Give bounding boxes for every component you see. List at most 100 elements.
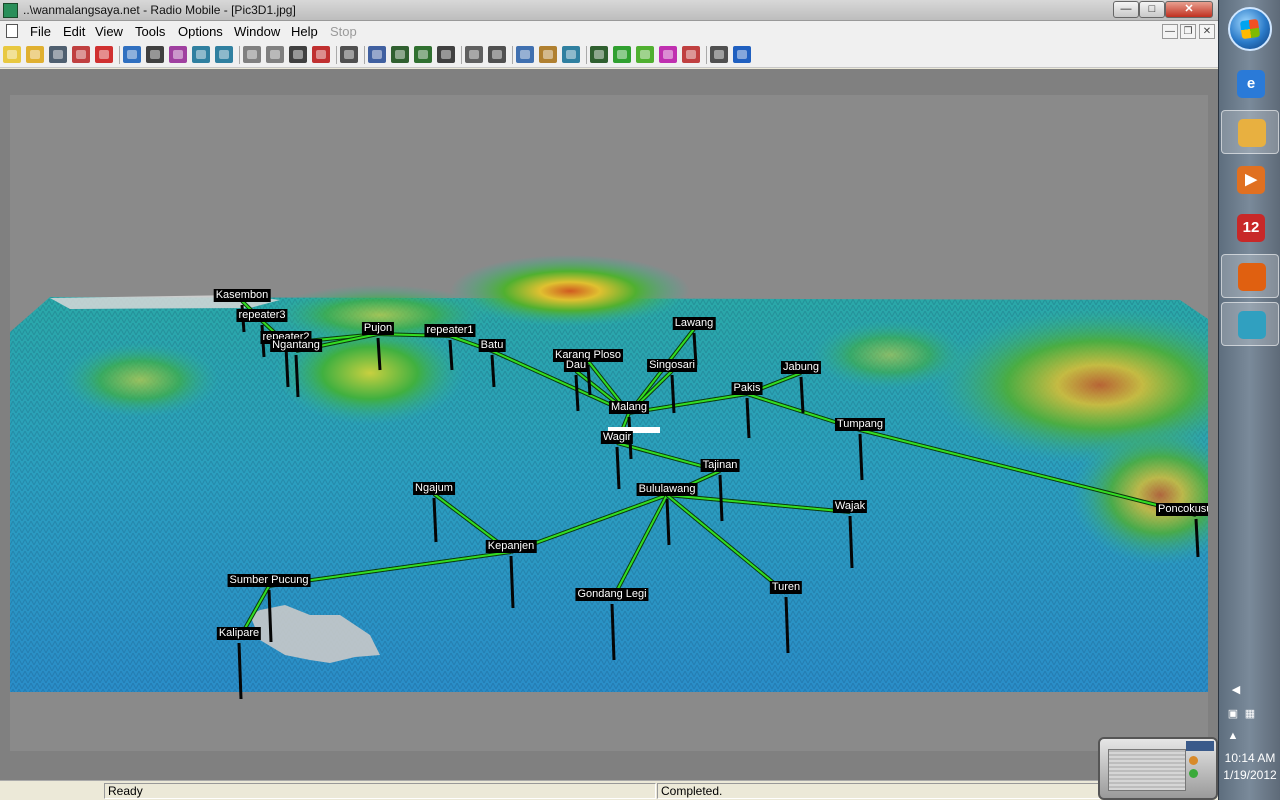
site-label[interactable]: Gondang Legi <box>575 588 649 601</box>
gadget-settings-icon[interactable] <box>1189 756 1198 765</box>
find-best-site-icon[interactable] <box>539 46 557 63</box>
site-label[interactable]: Sumber Pucung <box>227 574 311 587</box>
unit-properties-icon[interactable] <box>72 46 90 63</box>
site-tower[interactable] <box>586 364 592 396</box>
import-icon[interactable] <box>192 46 210 63</box>
volume-icon[interactable]: ▲ <box>1227 730 1239 742</box>
new-picture-icon[interactable] <box>243 46 261 63</box>
show-hidden-icons-icon[interactable]: ◀ <box>1230 684 1242 696</box>
site-label[interactable]: Ngajum <box>413 482 455 495</box>
site-label[interactable]: Pakis <box>731 382 763 395</box>
site-tower[interactable] <box>610 603 616 661</box>
site-label[interactable]: Lawang <box>672 317 716 330</box>
site-tower[interactable] <box>1194 518 1200 558</box>
radio-coverage-icon[interactable] <box>613 46 631 63</box>
interference-icon[interactable] <box>659 46 677 63</box>
child-restore-button[interactable]: ❐ <box>1180 24 1196 39</box>
document-icon[interactable] <box>6 24 18 38</box>
settings-icon[interactable] <box>710 46 728 63</box>
site-label[interactable]: Wajak <box>832 500 868 513</box>
site-tower[interactable] <box>718 474 724 522</box>
minimize-button[interactable]: — <box>1113 1 1139 18</box>
elevation-icon[interactable] <box>414 46 432 63</box>
site-tower[interactable] <box>237 642 243 700</box>
site-label[interactable]: Wagir <box>600 431 634 444</box>
site-tower[interactable] <box>670 374 676 414</box>
close-button[interactable]: ✕ <box>1165 1 1213 18</box>
site-label[interactable]: Bululawang <box>636 483 698 496</box>
menu-window[interactable]: Window <box>234 24 280 39</box>
world-map-icon[interactable] <box>169 46 187 63</box>
site-label[interactable]: Dau <box>563 359 589 372</box>
site-tower[interactable] <box>848 515 854 569</box>
video-editor-taskbar-button[interactable]: 12 <box>1221 206 1279 250</box>
site-label[interactable]: Kalipare <box>216 627 262 640</box>
menu-help[interactable]: Help <box>291 24 318 39</box>
action-center-icon[interactable]: ▣ <box>1227 708 1239 720</box>
site-tower[interactable] <box>665 498 671 546</box>
combined-coverage-icon[interactable] <box>636 46 654 63</box>
child-minimize-button[interactable]: — <box>1162 24 1178 39</box>
media-player-taskbar-button[interactable]: ▶ <box>1221 158 1279 202</box>
file-explorer-taskbar-button[interactable] <box>1221 110 1279 154</box>
menu-options[interactable]: Options <box>178 24 223 39</box>
site-label[interactable]: Tumpang <box>834 418 886 431</box>
internet-icon[interactable] <box>733 46 751 63</box>
color-scale-icon[interactable] <box>437 46 455 63</box>
maximize-button[interactable]: □ <box>1139 1 1165 18</box>
open-folder-icon[interactable] <box>26 46 44 63</box>
site-label[interactable]: repeater1 <box>424 324 476 337</box>
menu-edit[interactable]: Edit <box>63 24 85 39</box>
globe-icon[interactable] <box>123 46 141 63</box>
site-label[interactable]: Pujon <box>361 322 395 335</box>
site-tower[interactable] <box>376 337 382 371</box>
site-label[interactable]: Kepanjen <box>485 540 537 553</box>
site-label[interactable]: Jabung <box>780 361 822 374</box>
save-picture-icon[interactable] <box>146 46 164 63</box>
site-tower[interactable] <box>799 376 805 414</box>
clock-date[interactable]: 1/19/2012 <box>1219 768 1280 782</box>
site-label[interactable]: Singosari <box>647 359 697 372</box>
window-icon[interactable] <box>516 46 534 63</box>
pdf-icon[interactable] <box>312 46 330 63</box>
site-label[interactable]: Turen <box>769 581 803 594</box>
start-orb-icon[interactable] <box>1228 7 1272 51</box>
internet-explorer-taskbar-button[interactable]: e <box>1221 62 1279 106</box>
site-tower[interactable] <box>509 555 515 609</box>
child-close-button[interactable]: ✕ <box>1199 24 1215 39</box>
site-label[interactable]: Ngantang <box>270 339 322 352</box>
network-icon[interactable]: ▦ <box>1244 708 1256 720</box>
radio-mobile-taskbar-button[interactable] <box>1221 302 1279 346</box>
compass-icon[interactable] <box>488 46 506 63</box>
clock-time[interactable]: 10:14 AM <box>1219 751 1280 765</box>
copy-icon[interactable] <box>368 46 386 63</box>
print-icon[interactable] <box>340 46 358 63</box>
route-coverage-icon[interactable] <box>682 46 700 63</box>
site-label[interactable]: Tajinan <box>700 459 740 472</box>
site-tower[interactable] <box>267 589 273 643</box>
site-tower[interactable] <box>615 446 621 490</box>
site-tower[interactable] <box>745 397 751 439</box>
site-tower[interactable] <box>432 497 438 543</box>
site-label[interactable]: Poncokusumo <box>1156 503 1208 516</box>
site-tower[interactable] <box>784 596 790 654</box>
site-tower[interactable] <box>284 346 290 388</box>
save-image-icon[interactable] <box>289 46 307 63</box>
menu-view[interactable]: View <box>95 24 123 39</box>
merge-pictures-icon[interactable] <box>391 46 409 63</box>
site-label[interactable]: Batu <box>478 339 506 352</box>
site-label[interactable]: Kasembon <box>213 289 271 302</box>
site-label[interactable]: repeater3 <box>236 309 288 322</box>
menu-file[interactable]: File <box>30 24 51 39</box>
site-tower[interactable] <box>858 433 864 481</box>
fit-icon[interactable] <box>562 46 580 63</box>
firefox-taskbar-button[interactable] <box>1221 254 1279 298</box>
site-tower[interactable] <box>448 339 454 371</box>
terrain-3d-view[interactable]: Kasembon repeater3 repeater2 Ngantang Pujon r… <box>10 95 1208 751</box>
site-label[interactable]: Malang <box>608 401 650 414</box>
open-picture-icon[interactable] <box>266 46 284 63</box>
export-icon[interactable] <box>215 46 233 63</box>
site-tower[interactable] <box>574 374 580 412</box>
app-icon[interactable] <box>3 3 18 18</box>
network-properties-icon[interactable] <box>49 46 67 63</box>
